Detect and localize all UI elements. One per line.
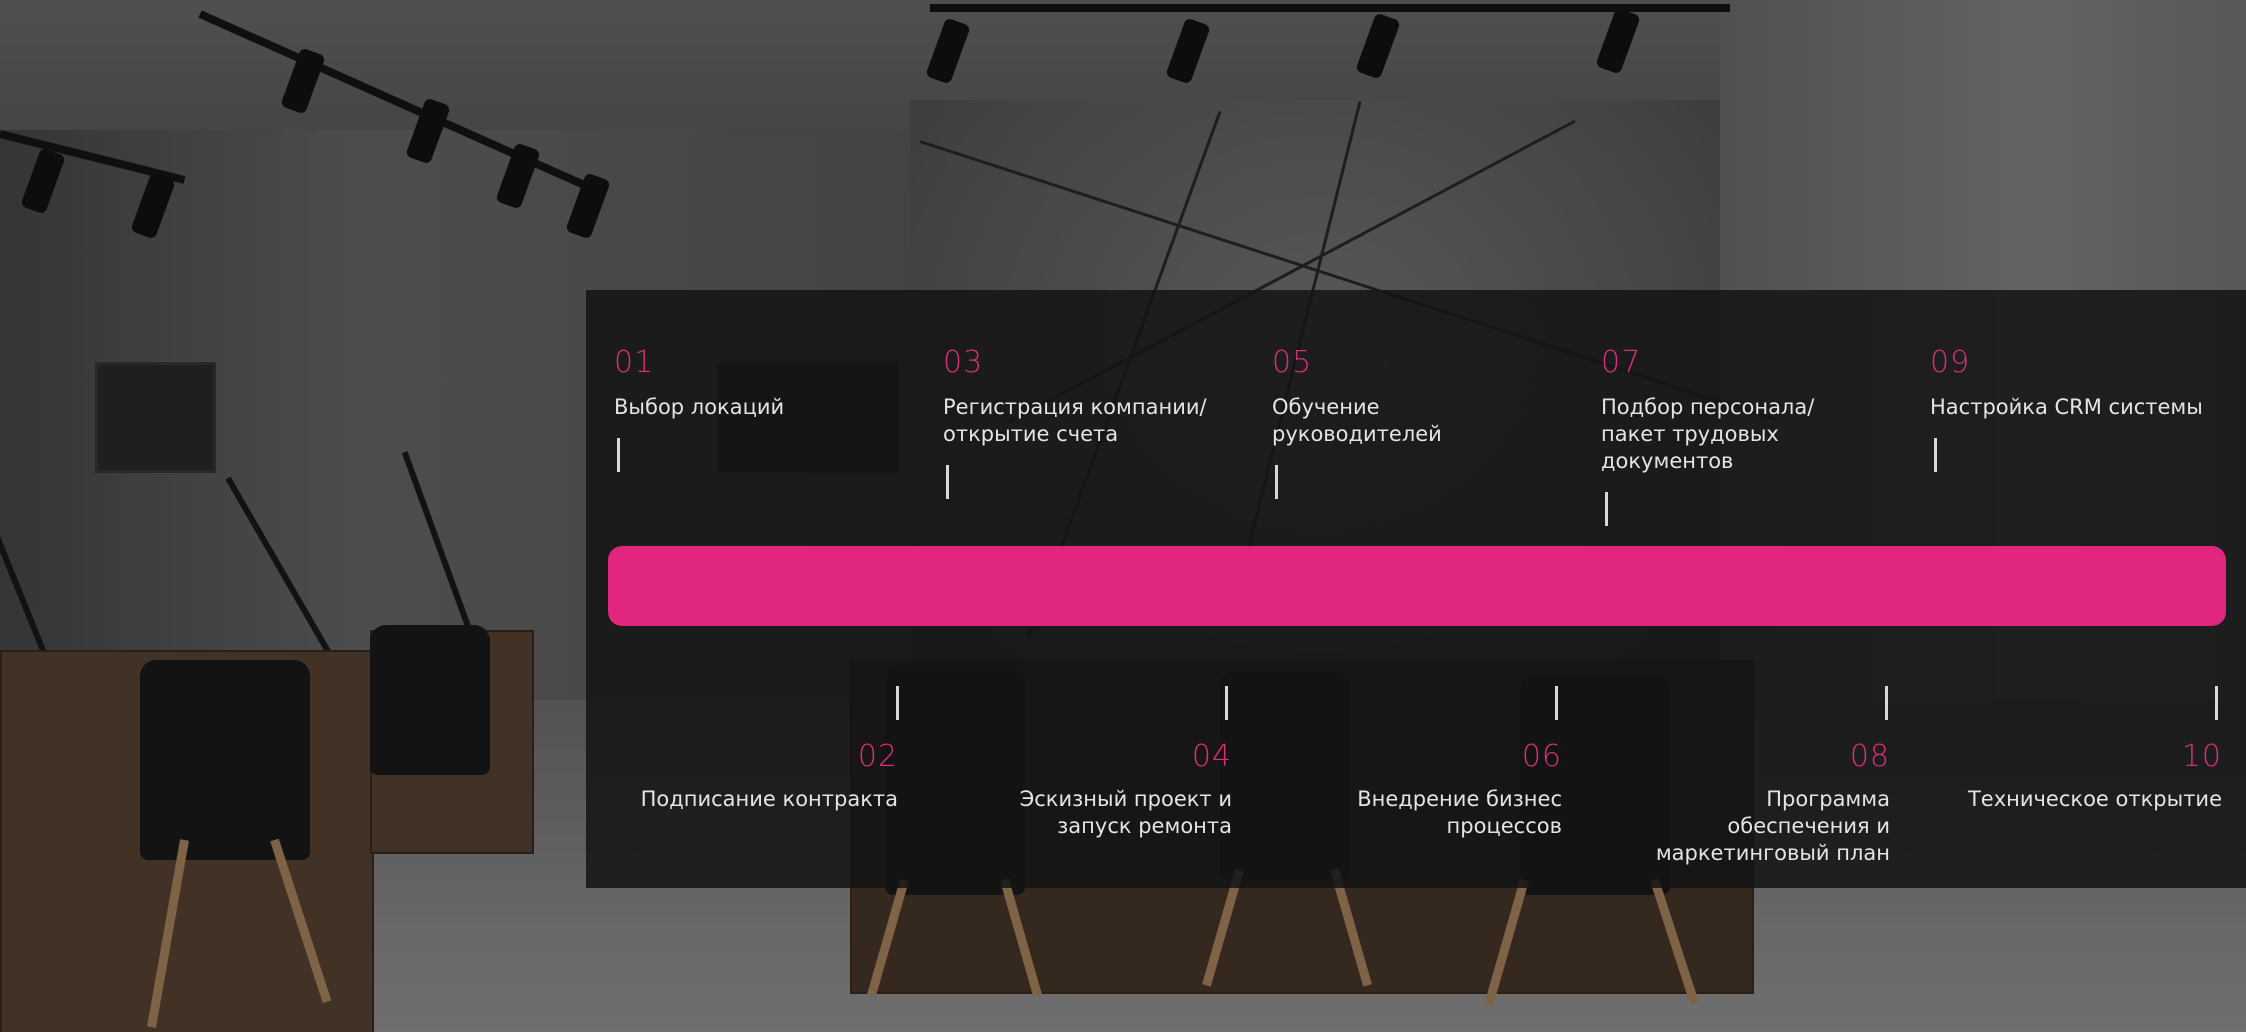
step-number: 09 xyxy=(1930,345,1971,380)
step-label: Настройка CRM системы xyxy=(1930,395,2203,419)
step-10: 10 Техническое открытие xyxy=(1902,740,2222,813)
step-connector xyxy=(1605,492,1608,526)
step-01: 01 Выбор локаций xyxy=(614,346,934,421)
step-06: 06 Внедрение бизнес процессов xyxy=(1242,740,1562,840)
step-connector xyxy=(1275,465,1278,499)
step-label: Эскизный проект и запуск ремонта xyxy=(1019,787,1232,838)
step-label: Регистрация компании/ открытие счета xyxy=(943,395,1207,446)
step-03: 03 Регистрация компании/ открытие счета xyxy=(943,346,1263,448)
step-08: 08 Программа обеспечения и маркетинговый… xyxy=(1570,740,1890,867)
step-connector xyxy=(1225,686,1228,720)
step-label: Выбор локаций xyxy=(614,395,785,419)
step-number: 01 xyxy=(614,345,655,380)
timeline-bar xyxy=(608,546,2226,626)
step-09: 09 Настройка CRM системы xyxy=(1930,346,2246,421)
step-connector xyxy=(617,438,620,472)
step-07: 07 Подбор персонала/ пакет трудовых доку… xyxy=(1601,346,1921,475)
step-connector xyxy=(1555,686,1558,720)
step-label: Техническое открытие xyxy=(1967,787,2222,811)
step-number: 04 xyxy=(1191,739,1232,774)
step-label: Обучение руководителей xyxy=(1272,395,1442,446)
step-connector xyxy=(896,686,899,720)
step-number: 08 xyxy=(1849,739,1890,774)
step-label: Программа обеспечения и маркетинговый пл… xyxy=(1655,787,1890,865)
step-number: 07 xyxy=(1601,345,1642,380)
step-number: 10 xyxy=(2181,739,2222,774)
step-label: Внедрение бизнес процессов xyxy=(1357,787,1562,838)
step-label: Подписание контракта xyxy=(640,787,898,811)
step-connector xyxy=(1885,686,1888,720)
step-02: 02 Подписание контракта xyxy=(578,740,898,813)
step-number: 02 xyxy=(857,739,898,774)
step-05: 05 Обучение руководителей xyxy=(1272,346,1592,448)
step-number: 03 xyxy=(943,345,984,380)
step-connector xyxy=(946,465,949,499)
step-04: 04 Эскизный проект и запуск ремонта xyxy=(912,740,1232,840)
step-number: 06 xyxy=(1521,739,1562,774)
step-connector xyxy=(1934,438,1937,472)
page: 01 Выбор локаций 03 Регистрация компании… xyxy=(0,0,2246,1032)
step-connector xyxy=(2215,686,2218,720)
step-label: Подбор персонала/ пакет трудовых докумен… xyxy=(1601,395,1815,473)
step-number: 05 xyxy=(1272,345,1313,380)
